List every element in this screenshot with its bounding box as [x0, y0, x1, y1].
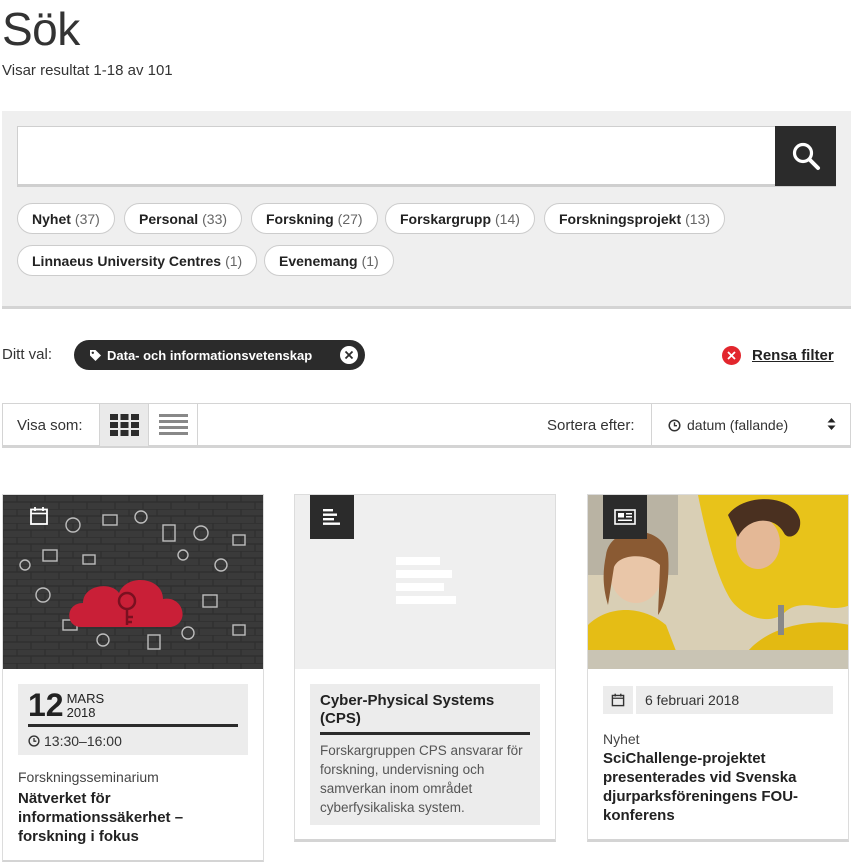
results-toolbar: Visa som: Sortera efter: datum (fallande… [2, 403, 851, 448]
filter-chip-label: Forskningsprojekt [559, 210, 682, 227]
calendar-icon [611, 693, 625, 707]
sort-select[interactable]: datum (fallande) [651, 404, 850, 446]
card-image-cloud-security [3, 495, 263, 669]
filter-chip-label: Forskning [266, 210, 334, 227]
newspaper-icon [614, 509, 636, 525]
event-type-badge [18, 495, 59, 536]
filter-chip-nyhet[interactable]: Nyhet (37) [17, 203, 115, 234]
filter-chip-forskningsprojekt[interactable]: Forskningsprojekt (13) [544, 203, 726, 234]
event-time: 13:30–16:00 [44, 733, 122, 749]
list-icon [158, 414, 188, 435]
group-info-block: Cyber-Physical Systems (CPS) Forskargrup… [310, 684, 540, 825]
grid-view-button[interactable] [99, 404, 149, 446]
card-image-children-lab [588, 495, 848, 669]
filter-chip-label: Linnaeus University Centres [32, 252, 222, 269]
card-description: Forskargruppen CPS ansvarar för forsknin… [320, 743, 523, 815]
filter-chip-count: (1) [361, 252, 379, 269]
clear-icon [722, 346, 741, 365]
search-button[interactable] [775, 126, 836, 186]
sort-value: datum (fallande) [687, 417, 789, 433]
clock-icon [28, 735, 40, 747]
text-lines-icon [323, 509, 340, 525]
tag-icon [90, 349, 101, 361]
sort-label: Sortera efter: [547, 417, 635, 434]
filter-chip-count: (13) [685, 210, 711, 227]
clock-icon [668, 418, 681, 432]
page-title: Sök [2, 3, 80, 55]
news-date-row: 6 februari 2018 [603, 686, 833, 714]
remove-filter-button[interactable] [340, 346, 358, 364]
filter-chip-personal[interactable]: Personal (33) [124, 203, 243, 234]
card-title-link[interactable]: Cyber-Physical Systems (CPS) [320, 692, 530, 735]
search-box [17, 126, 836, 187]
result-card[interactable]: 12 MARS 2018 13:30–16:00 Forskningssemin… [2, 494, 264, 862]
filter-chip-evenemang[interactable]: Evenemang (1) [264, 245, 394, 276]
search-panel: Nyhet (37) Personal (33) Forskning (27) … [2, 111, 851, 309]
card-title-link[interactable]: SciChallenge-projektet presenterades vid… [603, 749, 833, 825]
filter-chip-label: Personal [139, 210, 199, 227]
filter-chip-label: Forskargrupp [400, 210, 492, 227]
event-month: MARS [66, 691, 105, 706]
card-image-placeholder [295, 495, 555, 669]
event-date-block: 12 MARS 2018 13:30–16:00 [18, 684, 248, 755]
result-card[interactable]: 6 februari 2018 Nyhet SciChallenge-proje… [587, 494, 849, 842]
active-filter-label: Data- och informationsvetenskap [107, 347, 313, 363]
card-category: Forskningsseminarium [18, 769, 159, 785]
close-icon [344, 350, 354, 360]
filter-chip-label: Nyhet [32, 210, 71, 227]
search-input[interactable] [18, 127, 775, 184]
grid-icon [109, 414, 139, 436]
card-category: Nyhet [603, 731, 640, 747]
filter-chip-count: (14) [495, 210, 520, 227]
result-card[interactable]: Cyber-Physical Systems (CPS) Forskargrup… [294, 494, 556, 842]
filter-chip-count: (37) [74, 210, 100, 227]
news-date: 6 februari 2018 [636, 686, 833, 714]
filter-chip-forskargrupp[interactable]: Forskargrupp (14) [385, 203, 535, 234]
clear-filter-link[interactable]: Rensa filter [722, 346, 834, 365]
list-view-button[interactable] [149, 404, 198, 446]
event-day: 12 [28, 687, 64, 723]
news-type-badge [603, 495, 647, 539]
active-filter-tag[interactable]: Data- och informationsvetenskap [74, 340, 365, 370]
card-title-link[interactable]: Nätverket för informationssäkerhet – for… [18, 789, 248, 846]
filter-chip-linnaeus[interactable]: Linnaeus University Centres (1) [17, 245, 258, 276]
group-type-badge [310, 495, 354, 539]
view-label: Visa som: [17, 417, 83, 434]
filter-chip-count: (33) [202, 210, 228, 227]
filter-chip-label: Evenemang [279, 252, 358, 269]
filter-chip-forskning[interactable]: Forskning (27) [251, 203, 378, 234]
clear-filter-label: Rensa filter [752, 347, 834, 364]
calendar-icon [29, 506, 48, 525]
sort-arrows-icon [827, 418, 836, 430]
search-icon [792, 142, 820, 170]
filter-chip-count: (27) [337, 210, 363, 227]
filter-chip-count: (1) [225, 252, 243, 269]
result-count: Visar resultat 1-18 av 101 [2, 62, 173, 79]
selection-label: Ditt val: [2, 346, 53, 363]
event-year: 2018 [66, 705, 96, 720]
